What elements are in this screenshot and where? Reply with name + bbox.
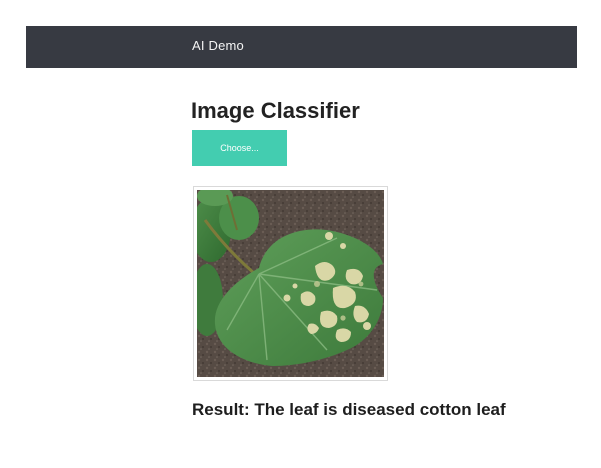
page: AI Demo Image Classifier Choose... Resul… (0, 0, 601, 468)
image-preview (193, 186, 388, 381)
leaf-photo (197, 190, 384, 377)
choose-file-button[interactable]: Choose... (192, 130, 287, 166)
nav-brand-link[interactable]: AI Demo (192, 38, 244, 53)
result-text: Result: The leaf is diseased cotton leaf (192, 400, 506, 419)
page-title: Image Classifier (191, 98, 360, 123)
navbar: AI Demo (26, 26, 577, 68)
